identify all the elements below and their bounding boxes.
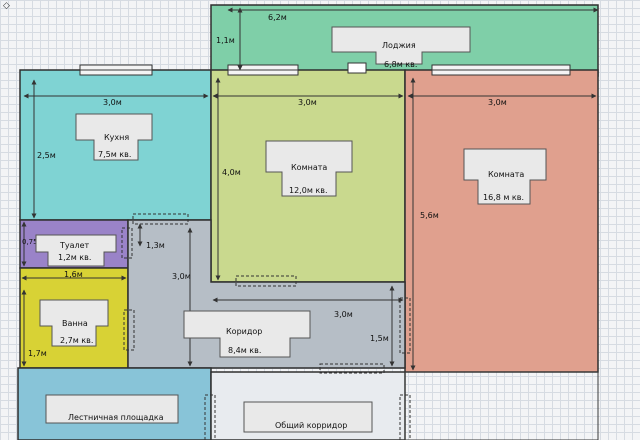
loggia-name: Лоджия (382, 41, 416, 50)
bathroom-width: 1,6м (64, 270, 83, 279)
loggia-width: 6,2м (268, 13, 287, 22)
loggia-door-window (347, 62, 367, 74)
floor-plan: 6,2м 1,1м 3,0м 2,5м 3,0м 4,0м 3,0м 5,6м … (17, 4, 599, 440)
corridor-area: 8,4м кв. (228, 346, 261, 355)
room1-depth: 4,0м (222, 168, 241, 177)
room2-name: Комната (488, 170, 524, 179)
kitchen-depth: 2,5м (37, 151, 56, 160)
room2-room (404, 69, 599, 373)
loggia-depth: 1,1м (216, 36, 235, 45)
bathroom-depth: 1,7м (28, 349, 47, 358)
toilet-name: Туалет (59, 241, 90, 250)
landing-name: Лестничная площадка (68, 413, 164, 422)
common-corridor-name: Общий корридор (275, 421, 347, 430)
toilet-area: 1,2м кв. (58, 253, 91, 262)
corridor-length: 3,0м (172, 272, 191, 281)
outer-right-area (404, 371, 599, 440)
room1-width: 3,0м (298, 98, 317, 107)
loggia-area: 6,8м кв. (384, 60, 417, 69)
kitchen-name: Кухня (104, 133, 129, 142)
corridor-width: 3,0м (334, 310, 353, 319)
room2-depth: 5,6м (420, 211, 439, 220)
room1-name: Комната (291, 163, 327, 172)
corridor-depth: 1,5м (370, 334, 389, 343)
kitchen-width: 3,0м (103, 98, 122, 107)
bathroom-name: Ванна (62, 319, 88, 328)
room2-area: 16,8 м кв. (483, 193, 524, 202)
room2-width: 3,0м (488, 98, 507, 107)
corridor-name: Коридор (226, 327, 262, 336)
bathroom-area: 2,7м кв. (60, 336, 93, 345)
kitchen-area: 7,5м кв. (98, 150, 131, 159)
corridor-side: 1,3м (146, 241, 165, 250)
room1-area: 12,0м кв. (289, 186, 327, 195)
